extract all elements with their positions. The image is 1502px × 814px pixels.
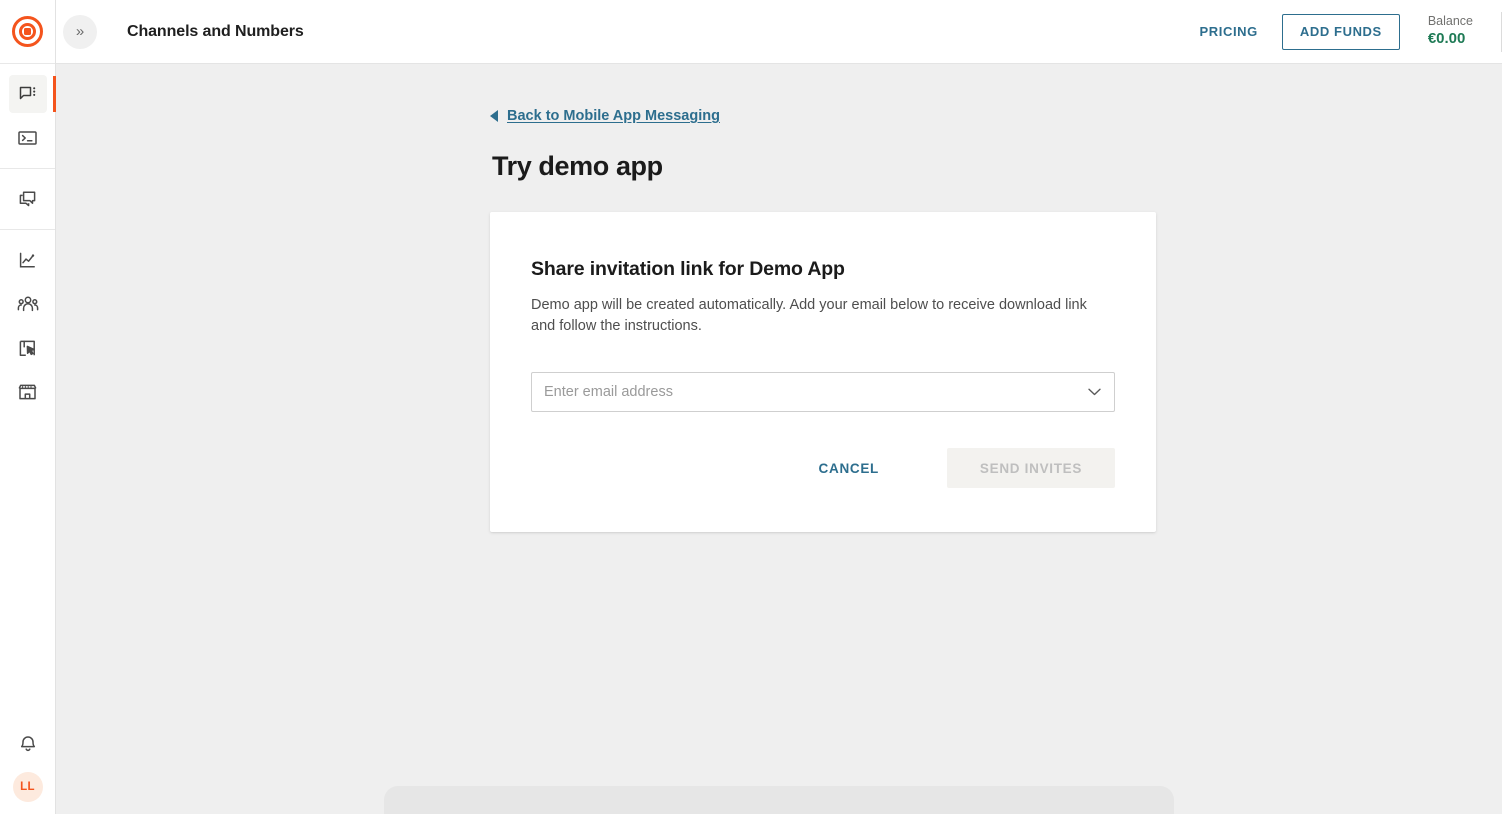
storefront-icon bbox=[9, 373, 47, 411]
header-actions: PRICING ADD FUNDS Balance €0.00 bbox=[1199, 0, 1502, 63]
caret-left-icon bbox=[490, 110, 498, 122]
card-description: Demo app will be created automatically. … bbox=[531, 297, 1087, 334]
sidebar-group-conversations bbox=[0, 168, 55, 229]
logo-icon bbox=[12, 16, 43, 47]
add-funds-button[interactable]: ADD FUNDS bbox=[1281, 13, 1400, 50]
app-logo[interactable] bbox=[0, 0, 55, 64]
sidebar-item-marketplace[interactable] bbox=[0, 370, 55, 414]
line-chart-icon bbox=[9, 241, 47, 279]
pricing-link[interactable]: PRICING bbox=[1199, 24, 1257, 39]
sidebar-bottom-section: LL bbox=[0, 720, 55, 814]
bell-icon bbox=[18, 733, 38, 759]
people-group-icon bbox=[9, 285, 47, 323]
app-root: LL » Channels and Numbers PRICING ADD FU… bbox=[0, 0, 1502, 814]
page-title: Try demo app bbox=[492, 151, 663, 181]
sidebar-item-messaging[interactable] bbox=[0, 72, 56, 116]
user-avatar[interactable]: LL bbox=[12, 772, 43, 802]
back-navigation[interactable]: Back to Mobile App Messaging bbox=[490, 108, 1502, 124]
double-chevron-right-icon[interactable]: » bbox=[63, 14, 97, 49]
card-title: Share invitation link for Demo App bbox=[531, 258, 845, 280]
chat-bubble-dots-icon bbox=[8, 75, 47, 113]
cursor-click-icon bbox=[9, 329, 47, 367]
content-column: Back to Mobile App Messaging Try demo ap… bbox=[56, 64, 1502, 533]
top-header: » Channels and Numbers PRICING ADD FUNDS… bbox=[56, 0, 1502, 64]
main-content: Back to Mobile App Messaging Try demo ap… bbox=[56, 64, 1502, 814]
email-field-wrapper[interactable] bbox=[531, 372, 1115, 413]
multiple-chat-bubbles-icon bbox=[9, 180, 47, 218]
invite-card: Share invitation link for Demo App Demo … bbox=[490, 212, 1156, 533]
email-input[interactable] bbox=[532, 373, 1114, 412]
sidebar-item-analytics[interactable] bbox=[0, 238, 55, 282]
send-invites-button: SEND INVITES bbox=[947, 448, 1115, 489]
notifications-button[interactable] bbox=[0, 720, 55, 772]
balance-value: €0.00 bbox=[1427, 29, 1466, 47]
sidebar-item-campaigns[interactable] bbox=[0, 326, 55, 370]
back-link-label[interactable]: Back to Mobile App Messaging bbox=[507, 108, 720, 124]
cancel-button[interactable]: CANCEL bbox=[797, 448, 901, 488]
page-header-title: Channels and Numbers bbox=[127, 22, 304, 40]
sidebar-group-tools bbox=[0, 229, 55, 422]
sidebar-item-console[interactable] bbox=[0, 116, 55, 160]
sidebar-item-contacts[interactable] bbox=[0, 282, 55, 326]
bottom-sheet-peek bbox=[384, 786, 1174, 814]
sidebar-group-primary bbox=[0, 64, 56, 168]
main-sidebar: LL bbox=[0, 0, 56, 814]
balance-label: Balance bbox=[1427, 14, 1473, 29]
terminal-icon bbox=[9, 119, 47, 157]
balance-display: Balance €0.00 bbox=[1428, 14, 1473, 48]
sidebar-item-conversations[interactable] bbox=[0, 177, 55, 221]
card-actions: CANCEL SEND INVITES bbox=[531, 448, 1115, 489]
